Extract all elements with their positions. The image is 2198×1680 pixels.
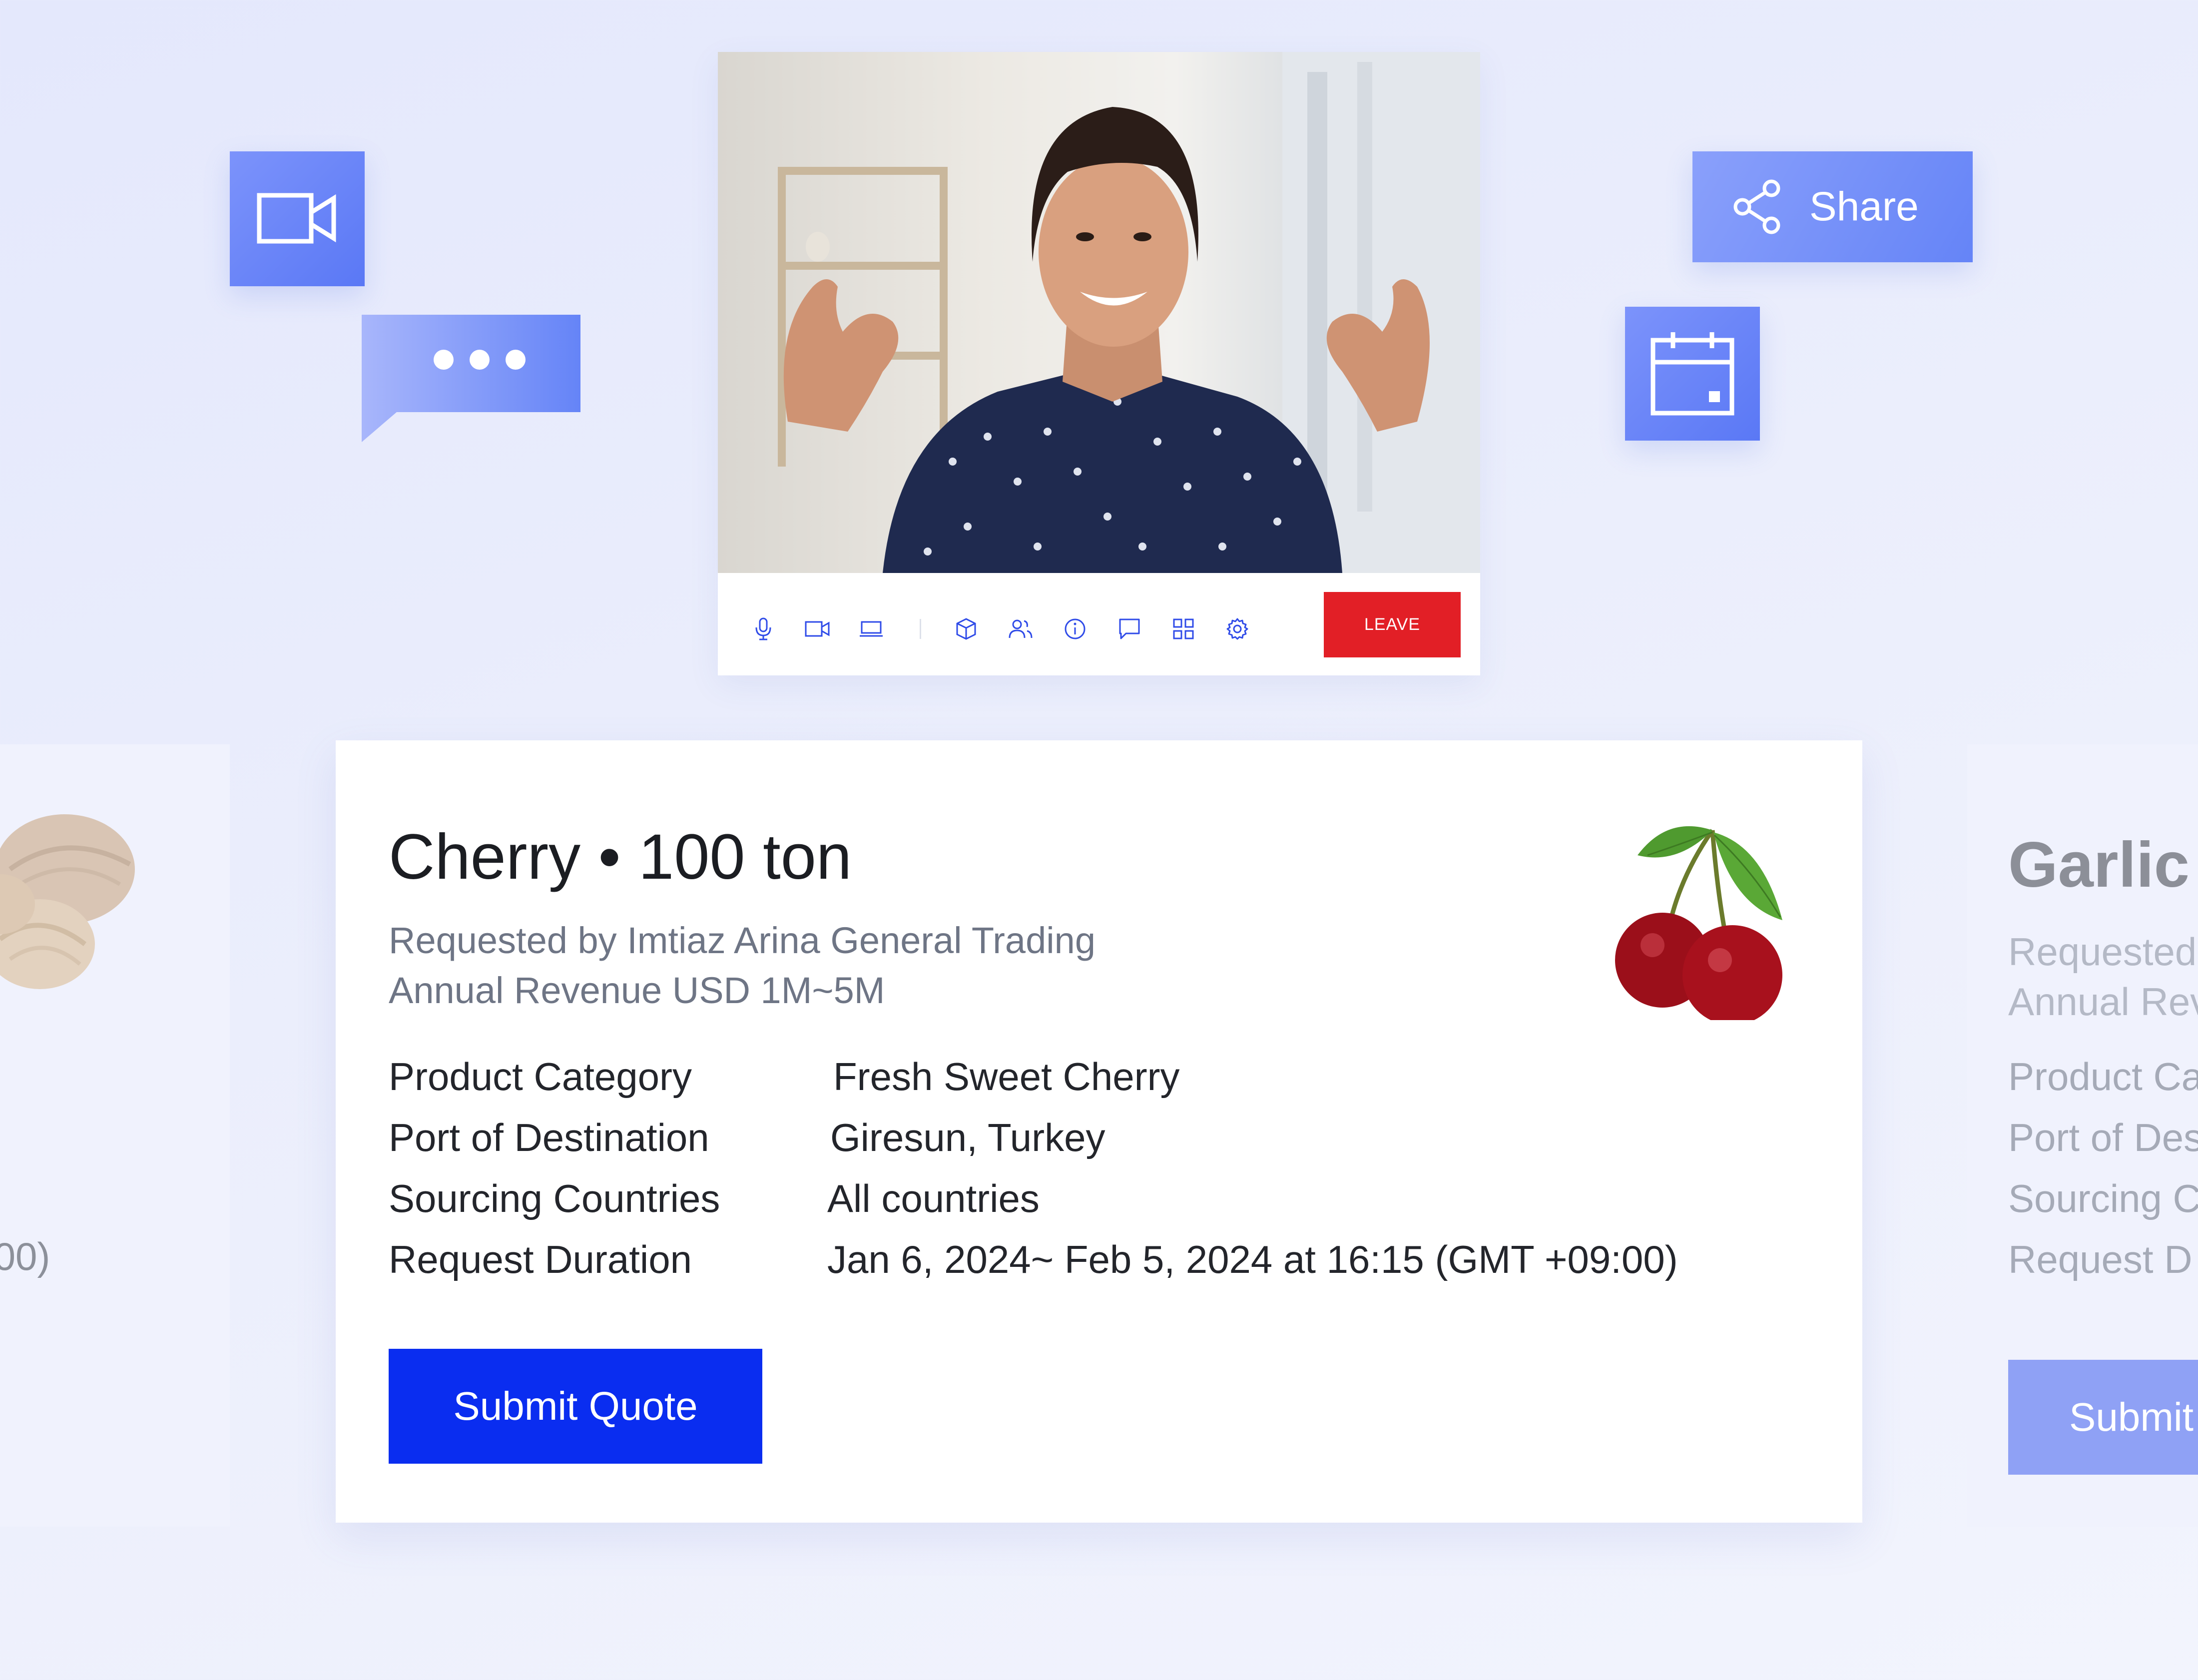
- toolbar-divider: [920, 619, 921, 639]
- chat-bubble-tile[interactable]: [362, 315, 580, 445]
- participants-icon: [1009, 619, 1033, 638]
- chat-button[interactable]: [1114, 614, 1144, 644]
- box-button[interactable]: [951, 614, 981, 644]
- calendar-tile[interactable]: [1625, 307, 1760, 441]
- garlic-card-title: Garlic: [2008, 829, 2190, 901]
- garlic-revenue-text: Annual Rev: [2008, 980, 2198, 1024]
- walnut-image: [0, 814, 135, 989]
- detail-value: Giresun, Turkey: [830, 1116, 1105, 1159]
- share-icon: [1733, 179, 1780, 234]
- mic-button[interactable]: [748, 614, 778, 644]
- info-button[interactable]: [1060, 614, 1090, 644]
- box-icon: [956, 618, 976, 640]
- settings-icon: [1226, 618, 1248, 640]
- leave-button[interactable]: LEAVE: [1324, 592, 1461, 657]
- garlic-detail-label: Request D: [2008, 1237, 2193, 1281]
- participants-button[interactable]: [1006, 614, 1036, 644]
- card-title: Cherry • 100 ton: [389, 821, 852, 893]
- camera-button[interactable]: [802, 614, 832, 644]
- partial-duration-text: ):00): [0, 1234, 50, 1278]
- info-icon: [1065, 618, 1086, 639]
- garlic-detail-label: Sourcing C: [2008, 1176, 2198, 1220]
- detail-value: Fresh Sweet Cherry: [833, 1055, 1180, 1099]
- chat-icon: [1119, 618, 1140, 639]
- cherry-image: [1615, 826, 1782, 1020]
- participant-video-image: [778, 52, 1480, 573]
- detail-label: Product Category: [389, 1055, 692, 1099]
- settings-button[interactable]: [1222, 614, 1252, 644]
- detail-label: Port of Destination: [389, 1116, 709, 1159]
- detail-label: Request Duration: [389, 1237, 692, 1281]
- video-feed: [718, 52, 1480, 573]
- garlic-detail-label: Product Ca: [2008, 1055, 2198, 1099]
- chat-bubble-icon: [362, 315, 580, 442]
- share-button[interactable]: Share: [1692, 151, 1973, 262]
- screen-share-button[interactable]: [856, 614, 886, 644]
- microphone-icon: [755, 617, 771, 640]
- requested-by-text: Requested by Imtiaz Arina General Tradin…: [389, 920, 1096, 961]
- share-label: Share: [1809, 184, 1919, 229]
- detail-value: Jan 6, 2024~ Feb 5, 2024 at 16:15 (GMT +…: [827, 1237, 1678, 1281]
- garlic-requested-text: Requested: [2008, 930, 2197, 974]
- video-camera-icon: [257, 193, 336, 244]
- detail-label: Sourcing Countries: [389, 1176, 720, 1220]
- screen-share-icon: [860, 621, 883, 637]
- product-card-garlic: Garlic Requested Annual Rev Product Ca P…: [1967, 744, 2198, 1527]
- video-call-toolbar: LEAVE: [718, 573, 1480, 675]
- calendar-icon: [1650, 332, 1734, 416]
- product-card-cherry: Cherry • 100 ton Requested by Imtiaz Ari…: [336, 740, 1862, 1523]
- garlic-submit-button[interactable]: Submit: [2008, 1360, 2198, 1475]
- video-camera-tile[interactable]: [230, 151, 365, 286]
- annual-revenue-text: Annual Revenue USD 1M~5M: [389, 970, 885, 1011]
- product-card-walnut: ):00): [0, 744, 230, 1527]
- camera-icon: [805, 621, 830, 637]
- submit-quote-button[interactable]: Submit Quote: [389, 1349, 762, 1464]
- grid-button[interactable]: [1168, 614, 1198, 644]
- grid-icon: [1173, 618, 1194, 639]
- garlic-detail-label: Port of Des: [2008, 1116, 2198, 1159]
- video-call-window: LEAVE: [718, 52, 1480, 675]
- detail-value: All countries: [827, 1176, 1040, 1220]
